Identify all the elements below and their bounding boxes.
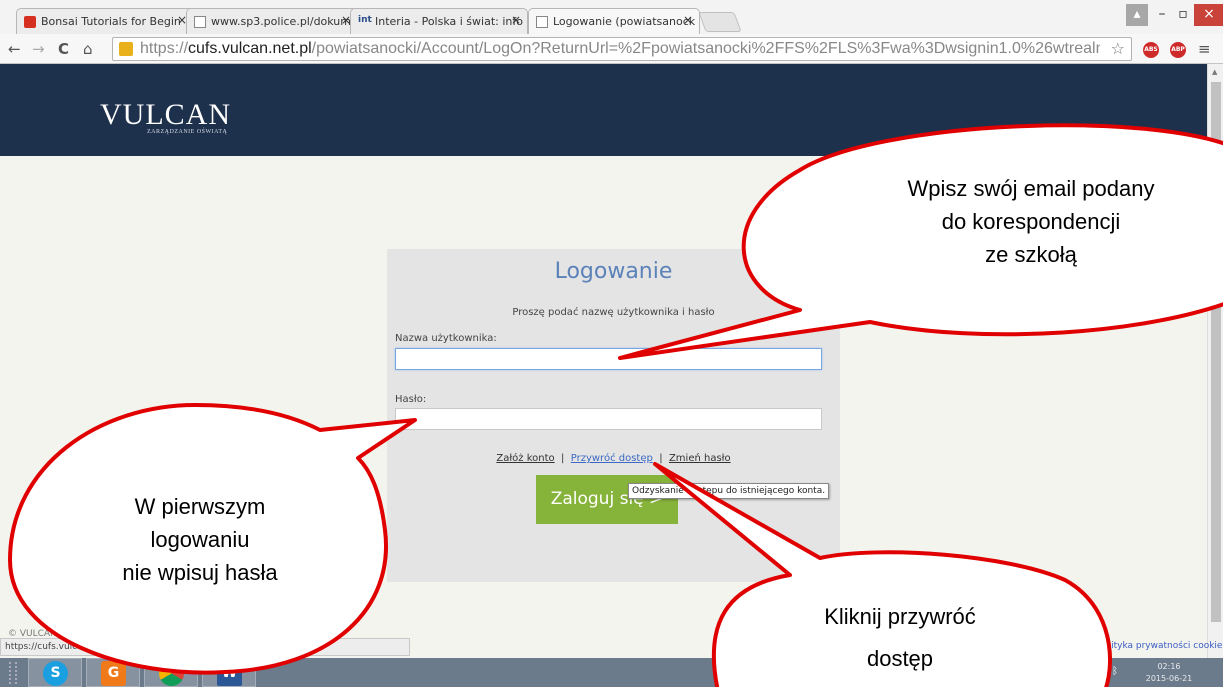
volume-icon[interactable]: ◄) <box>1083 666 1095 677</box>
tab-label: Bonsai Tutorials for Begin <box>41 15 181 28</box>
taskbar-chrome[interactable] <box>144 658 198 687</box>
youtube-icon <box>24 16 36 28</box>
forward-icon[interactable]: → <box>32 40 45 58</box>
status-bar-url: https://cufs.vulcan.net.pl/powiatsanocki… <box>0 638 410 656</box>
link-separator: | <box>561 453 565 464</box>
account-links: Załóż konto | Przywróć dostęp | Zmień ha… <box>387 453 840 464</box>
browser-toolbar: ← → C ⌂ https://cufs.vulcan.net.pl/powia… <box>0 34 1223 64</box>
bluetooth-icon[interactable]: ᛒ <box>1112 666 1118 677</box>
maximize-button[interactable]: ▫ <box>1172 4 1194 26</box>
tab-interia[interactable]: int Interia - Polska i świat: info × <box>350 8 528 34</box>
adblock-icon[interactable]: ABP <box>1170 42 1186 58</box>
reload-icon[interactable]: C <box>58 40 69 58</box>
taskbar-word[interactable]: W <box>202 658 256 687</box>
skype-icon: S <box>43 661 68 686</box>
pdf-creator-icon: G <box>101 661 126 686</box>
user-icon[interactable]: ▴ <box>1126 4 1148 26</box>
password-hint-text: W pierwszym logowaniu nie wpisuj hasła <box>122 494 278 585</box>
taskbar-skype[interactable]: S <box>28 658 82 687</box>
register-link[interactable]: Załóż konto <box>496 453 554 464</box>
back-icon[interactable]: ← <box>8 40 21 58</box>
close-tab-icon[interactable]: × <box>683 13 693 27</box>
menu-icon[interactable]: ≡ <box>1198 40 1211 58</box>
close-window-button[interactable]: × <box>1194 4 1223 26</box>
address-url: https://cufs.vulcan.net.pl/powiatsanocki… <box>140 40 1100 57</box>
logo-tagline: ZARZĄDZANIE OŚWIATĄ <box>147 129 228 135</box>
close-tab-icon[interactable]: × <box>511 13 521 27</box>
scroll-thumb[interactable] <box>1211 82 1221 622</box>
login-title: Logowanie <box>554 259 673 284</box>
word-icon: W <box>217 661 242 686</box>
tab-sp3-police[interactable]: www.sp3.police.pl/dokum × <box>186 8 358 34</box>
document-icon <box>194 16 206 28</box>
tab-bonsai-tutorials[interactable]: Bonsai Tutorials for Begin × <box>16 8 194 34</box>
scroll-up-icon[interactable]: ▲ <box>1212 68 1217 76</box>
windows-taskbar: S G W ◄) ᛒ <box>0 658 1223 687</box>
clock-date: 2015-06-21 <box>1145 674 1193 683</box>
tab-logowanie[interactable]: Logowanie (powiatsanock × <box>528 8 700 34</box>
chrome-icon <box>159 661 184 686</box>
new-tab-button[interactable] <box>698 12 742 32</box>
tab-strip: Bonsai Tutorials for Begin × www.sp3.pol… <box>0 0 1223 34</box>
tab-label: Logowanie (powiatsanock <box>553 15 696 28</box>
username-label: Nazwa użytkownika: <box>395 333 497 344</box>
address-bar[interactable]: https://cufs.vulcan.net.pl/powiatsanocki… <box>112 37 1132 61</box>
restore-access-tooltip: Odzyskanie dostępu do istniejącego konta… <box>628 483 830 499</box>
bookmark-star-icon[interactable]: ☆ <box>1111 39 1125 58</box>
abs-icon[interactable]: ABS <box>1143 42 1159 58</box>
tab-label: Interia - Polska i świat: info <box>375 15 523 28</box>
lock-warning-icon <box>119 42 133 56</box>
username-input[interactable] <box>395 348 822 370</box>
login-prompt: Proszę podać nazwę użytkownika i hasło <box>512 307 715 318</box>
restore-hint-text: Kliknij przywróć dostęp <box>824 604 976 671</box>
change-password-link[interactable]: Zmień hasło <box>669 453 731 464</box>
minimize-button[interactable]: – <box>1150 4 1174 26</box>
vulcan-header: VULCAN ZARZĄDZANIE OŚWIATĄ <box>0 64 1207 156</box>
cookies-policy-link[interactable]: Polityka prywatności cookies ▾ <box>1098 641 1223 651</box>
home-icon[interactable]: ⌂ <box>83 40 93 58</box>
tab-label: www.sp3.police.pl/dokum <box>211 15 351 28</box>
restore-access-link[interactable]: Przywróć dostęp <box>571 453 653 464</box>
taskbar-pdf-creator[interactable]: G <box>86 658 140 687</box>
document-icon <box>536 16 548 28</box>
clock-time: 02:16 <box>1157 662 1181 671</box>
link-separator: | <box>659 453 663 464</box>
interia-icon: int <box>358 15 372 25</box>
taskbar-grip[interactable] <box>9 662 17 684</box>
taskbar-clock[interactable]: 02:16 2015-06-21 <box>1144 661 1194 685</box>
password-label: Hasło: <box>395 394 427 405</box>
vulcan-logo[interactable]: VULCAN <box>100 98 231 132</box>
login-panel: Logowanie Proszę podać nazwę użytkownika… <box>387 249 840 582</box>
password-input[interactable] <box>395 408 822 430</box>
email-hint-text: Wpisz swój email podany do korespondencj… <box>907 176 1155 267</box>
page-scrollbar[interactable]: ▲ <box>1207 64 1223 658</box>
